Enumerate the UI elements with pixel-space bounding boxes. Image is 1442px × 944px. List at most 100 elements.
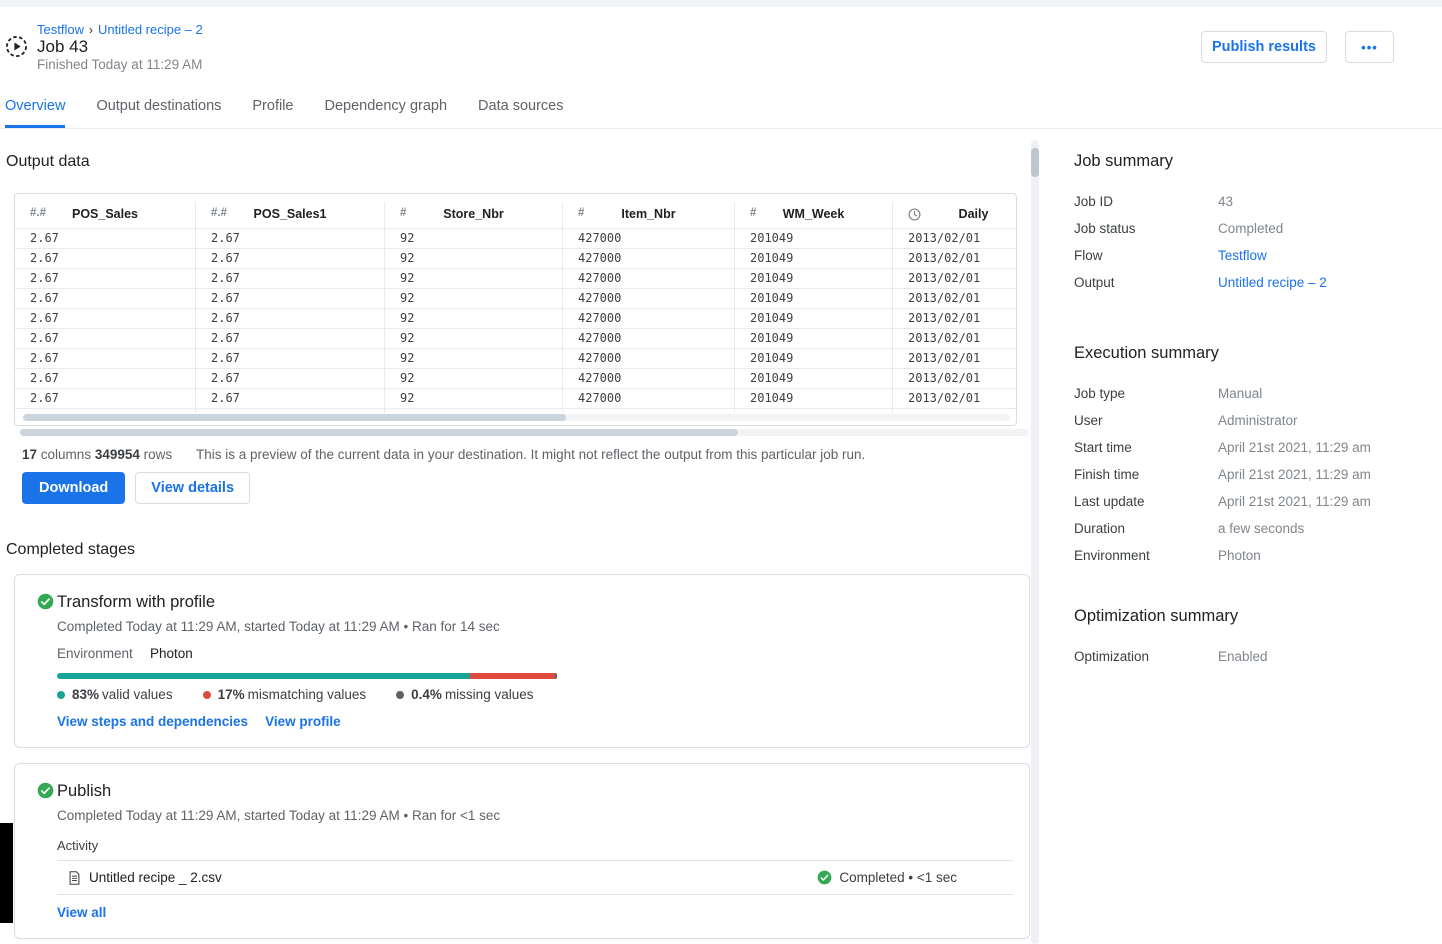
summary-value[interactable]: Testflow <box>1218 248 1267 263</box>
stage-links: View steps and dependencies View profile <box>57 713 1029 731</box>
table-cell: 92 <box>385 389 563 408</box>
tab-output-destinations[interactable]: Output destinations <box>96 95 221 128</box>
legend-label: missing values <box>445 686 534 704</box>
activity-status: Completed • <1 sec <box>817 870 957 885</box>
table-cell: 427000 <box>563 309 735 328</box>
summary-row-job-type: Job typeManual <box>1074 380 1434 407</box>
table-cell: 2.67 <box>196 309 385 328</box>
table-horizontal-scrollbar[interactable] <box>23 414 1010 421</box>
table-cell: 427000 <box>563 229 735 248</box>
table-cell: 427000 <box>563 289 735 308</box>
table-cell: 427000 <box>563 249 735 268</box>
vertical-scrollbar-thumb[interactable] <box>1031 148 1039 177</box>
bar-segment-mismatching <box>470 673 555 679</box>
table-row: 2.672.67924270002010492013/02/01 <box>15 228 1016 248</box>
table-row: 2.672.67924270002010492013/02/01 <box>15 248 1016 268</box>
table-cell: 201049 <box>735 269 893 288</box>
output-actions: Download View details <box>22 472 1030 504</box>
view-steps-link[interactable]: View steps and dependencies <box>57 713 248 731</box>
panel-scrollbar-thumb[interactable] <box>20 429 738 436</box>
activity-row[interactable]: Untitled recipe _ 2.csv Completed • <1 s… <box>57 861 1013 895</box>
integer-icon: # <box>400 207 406 219</box>
summary-row-output: OutputUntitled recipe – 2 <box>1074 269 1434 296</box>
table-body: 2.672.67924270002010492013/02/012.672.67… <box>15 228 1016 413</box>
panel-horizontal-scrollbar[interactable] <box>20 429 1028 436</box>
tab-data-sources[interactable]: Data sources <box>478 95 563 128</box>
table-cell: 201049 <box>735 409 893 413</box>
integer-icon: # <box>750 207 756 219</box>
breadcrumb: Testflow›Untitled recipe – 2 <box>37 22 203 37</box>
column-header-pos-sales1: #.#POS_Sales1 <box>196 202 385 228</box>
tab-profile[interactable]: Profile <box>252 95 293 128</box>
table-row: 2.672.67924270002010492013/02/01 <box>15 348 1016 368</box>
table-cell: 2.67 <box>196 329 385 348</box>
summary-label: Job status <box>1074 221 1218 236</box>
datetime-icon <box>908 207 921 224</box>
column-header-wm-week: #WM_Week <box>735 202 893 228</box>
summary-row-flow: FlowTestflow <box>1074 242 1434 269</box>
table-cell: 2.67 <box>196 389 385 408</box>
table-cell: 427000 <box>563 349 735 368</box>
tab-overview[interactable]: Overview <box>5 95 65 128</box>
summary-label: Environment <box>1074 548 1218 563</box>
view-profile-link[interactable]: View profile <box>265 713 341 731</box>
breadcrumb-flow-link[interactable]: Testflow <box>37 22 84 37</box>
output-preview-table: #.#POS_Sales#.#POS_Sales1#Store_Nbr#Item… <box>14 193 1017 426</box>
table-cell: 201049 <box>735 249 893 268</box>
summary-value: Manual <box>1218 386 1262 401</box>
table-row: 2.672.67924270002010492013/02/01 <box>15 408 1016 413</box>
rows-count: 349954 <box>95 447 140 462</box>
view-details-button[interactable]: View details <box>135 472 250 504</box>
summary-label: Job type <box>1074 386 1218 401</box>
file-icon <box>67 870 82 886</box>
table-cell: 201049 <box>735 349 893 368</box>
stage-meta: Completed Today at 11:29 AM, started Tod… <box>57 807 1029 825</box>
column-header-item-nbr: #Item_Nbr <box>563 202 735 228</box>
sidebar-rows: Job typeManualUserAdministratorStart tim… <box>1074 380 1434 569</box>
sidebar-section-heading: Optimization summary <box>1074 605 1434 627</box>
summary-row-start-time: Start timeApril 21st 2021, 11:29 am <box>1074 434 1434 461</box>
summary-value: April 21st 2021, 11:29 am <box>1218 494 1371 509</box>
sidebar-rows: OptimizationEnabled <box>1074 643 1434 670</box>
summary-row-duration: Durationa few seconds <box>1074 515 1434 542</box>
table-cell: 2013/02/01 <box>893 389 1016 408</box>
table-row: 2.672.67924270002010492013/02/01 <box>15 288 1016 308</box>
table-cell: 427000 <box>563 369 735 388</box>
summary-label: User <box>1074 413 1218 428</box>
decimal-icon: #.# <box>211 207 227 219</box>
table-cell: 2.67 <box>196 409 385 413</box>
table-cell: 2.67 <box>196 269 385 288</box>
view-all-link[interactable]: View all <box>57 904 106 922</box>
stage-success-icon <box>37 593 54 610</box>
vertical-scrollbar[interactable] <box>1031 140 1039 944</box>
publish-results-button[interactable]: Publish results <box>1201 31 1327 63</box>
table-row: 2.672.67924270002010492013/02/01 <box>15 368 1016 388</box>
main-panel: Output data #.#POS_Sales#.#POS_Sales1#St… <box>0 140 1030 944</box>
legend-item-valid-values: 83%valid values <box>57 686 173 704</box>
completed-stages-heading: Completed stages <box>6 540 1030 560</box>
legend-label: valid values <box>102 686 173 704</box>
table-cell: 2.67 <box>15 249 196 268</box>
breadcrumb-recipe-link[interactable]: Untitled recipe – 2 <box>98 22 203 37</box>
summary-label: Optimization <box>1074 649 1218 664</box>
sidebar-section-job-summary: Job summaryJob ID43Job statusCompletedFl… <box>1074 150 1434 296</box>
summary-value[interactable]: Untitled recipe – 2 <box>1218 275 1327 290</box>
legend-label: mismatching values <box>248 686 367 704</box>
table-cell: 2.67 <box>15 229 196 248</box>
legend-percent: 17% <box>218 686 245 704</box>
table-row: 2.672.67924270002010492013/02/01 <box>15 328 1016 348</box>
tab-dependency-graph[interactable]: Dependency graph <box>325 95 448 128</box>
legend-percent: 0.4% <box>411 686 442 704</box>
more-actions-button[interactable]: ••• <box>1345 31 1394 63</box>
column-header-pos-sales: #.#POS_Sales <box>15 202 196 228</box>
environment-value: Photon <box>150 646 193 661</box>
summary-label: Flow <box>1074 248 1218 263</box>
table-cell: 2013/02/01 <box>893 349 1016 368</box>
tab-bar: Overview Output destinations Profile Depend… <box>0 95 1442 129</box>
table-cell: 2013/02/01 <box>893 409 1016 413</box>
overlay-black-strip <box>0 823 13 923</box>
legend-dot-icon <box>57 691 65 699</box>
download-button[interactable]: Download <box>22 472 125 504</box>
table-scrollbar-thumb[interactable] <box>23 414 566 421</box>
summary-label: Start time <box>1074 440 1218 455</box>
